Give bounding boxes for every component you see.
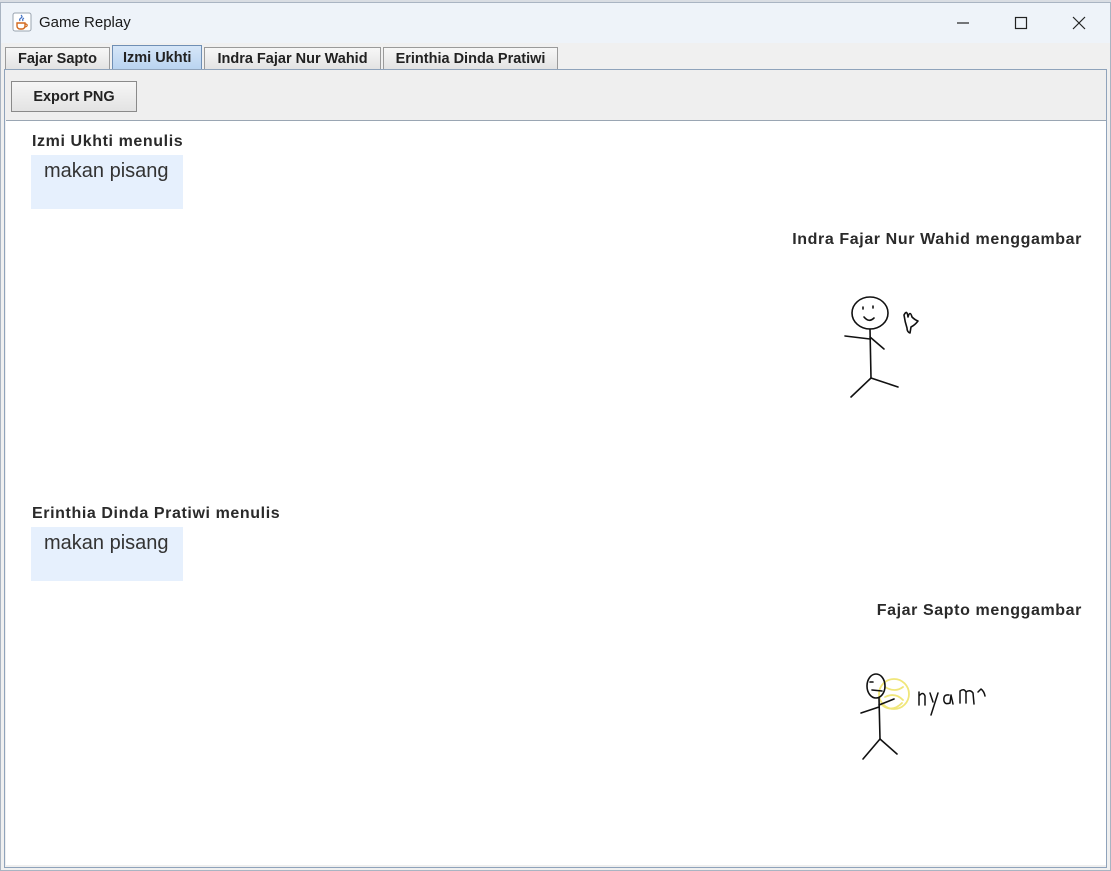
export-png-button[interactable]: Export PNG — [11, 81, 137, 112]
entry-caption: Indra Fajar Nur Wahid menggambar — [792, 231, 1082, 248]
close-button[interactable] — [1050, 3, 1108, 43]
player-tabs: Fajar Sapto Izmi Ukhti Indra Fajar Nur W… — [5, 45, 560, 70]
java-cup-icon — [12, 12, 32, 32]
tab-indra-fajar-nur-wahid[interactable]: Indra Fajar Nur Wahid — [204, 47, 381, 70]
maximize-icon — [1014, 16, 1028, 30]
tab-panel: Export PNG Izmi Ukhti menulis makan pisa… — [4, 69, 1107, 868]
text-bubble: makan pisang — [31, 155, 183, 209]
entry-caption: Erinthia Dinda Pratiwi menulis — [32, 505, 281, 522]
minimize-button[interactable] — [934, 3, 992, 43]
replay-canvas: Izmi Ukhti menulis makan pisang Indra Fa… — [6, 120, 1106, 865]
title-bar[interactable]: Game Replay — [1, 3, 1110, 43]
minimize-icon — [957, 22, 969, 24]
stick-figure-eating-banana-drawing — [860, 673, 986, 760]
stick-figure-waving-drawing — [844, 296, 919, 398]
maximize-button[interactable] — [992, 3, 1050, 43]
close-icon — [1072, 16, 1086, 30]
tab-izmi-ukhti[interactable]: Izmi Ukhti — [111, 45, 203, 70]
tab-erinthia-dinda-pratiwi[interactable]: Erinthia Dinda Pratiwi — [382, 47, 559, 70]
text-bubble: makan pisang — [31, 527, 183, 581]
window-title: Game Replay — [39, 14, 131, 31]
entry-caption: Fajar Sapto menggambar — [876, 602, 1082, 619]
entry-caption: Izmi Ukhti menulis — [32, 133, 184, 150]
game-replay-window: Game Replay Fajar Sapto Izmi Ukhti Indra… — [0, 2, 1111, 871]
tab-fajar-sapto[interactable]: Fajar Sapto — [5, 47, 110, 70]
